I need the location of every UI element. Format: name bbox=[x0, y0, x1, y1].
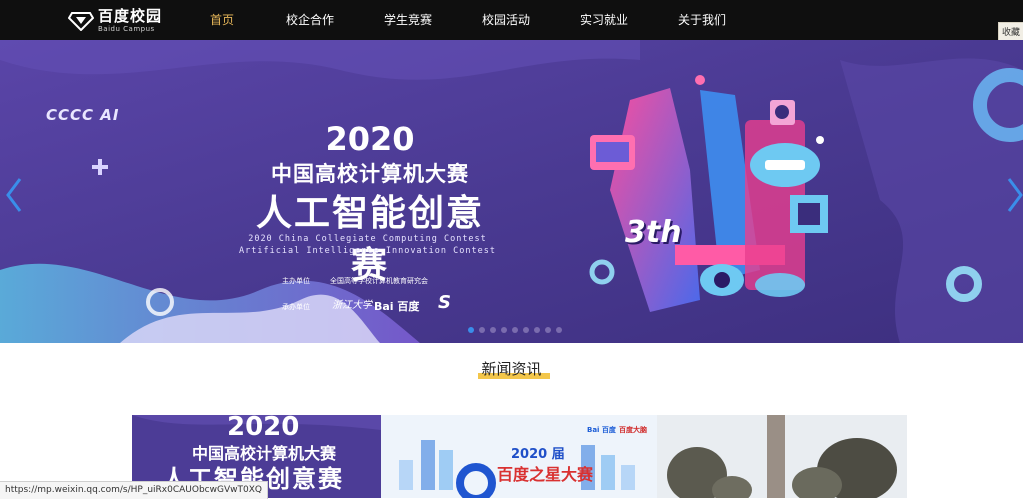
banner-english-line-2: Artificial Intelligence Innovation Conte… bbox=[239, 246, 496, 256]
logo-wordmark: 百度校园 Baidu Campus bbox=[98, 9, 162, 33]
nav-item-home[interactable]: 首页 bbox=[183, 0, 261, 40]
news-section-header: 新闻资讯 bbox=[0, 358, 1023, 379]
card2-name: 百度之星大赛 bbox=[497, 465, 594, 484]
zju-logo: 浙江大学 bbox=[332, 300, 372, 311]
carousel-dot[interactable] bbox=[523, 327, 529, 333]
carousel-dot[interactable] bbox=[501, 327, 507, 333]
carousel-dot[interactable] bbox=[545, 327, 551, 333]
host-value: 全国高等学校计算机教育研究会 bbox=[330, 277, 428, 285]
nav-item-student-contest[interactable]: 学生竞赛 bbox=[359, 0, 457, 40]
carousel-next-arrow-icon[interactable] bbox=[1005, 175, 1023, 215]
card2-brain-logo: 百度大脑 bbox=[619, 426, 647, 434]
news-card-3[interactable] bbox=[657, 415, 907, 498]
browser-status-url: https://mp.weixin.qq.com/s/HP_uiRx0CAUOb… bbox=[0, 481, 268, 499]
carousel-prev-arrow-icon[interactable] bbox=[4, 175, 24, 215]
banner-artwork bbox=[0, 40, 1023, 343]
carousel-dot[interactable] bbox=[534, 327, 540, 333]
carousel-dot[interactable] bbox=[556, 327, 562, 333]
top-navigation-bar: 百度校园 Baidu Campus 首页 校企合作 学生竞赛 校园活动 实习就业… bbox=[0, 0, 1023, 42]
news-card-2[interactable]: Bai 百度 百度大脑 2020 届 百度之星大赛 bbox=[381, 415, 657, 498]
card1-year: 2020 bbox=[227, 415, 300, 442]
carousel-dot[interactable] bbox=[512, 327, 518, 333]
banner-year: 2020 bbox=[325, 120, 415, 158]
carousel-dot[interactable] bbox=[479, 327, 485, 333]
logo-cn-text: 百度校园 bbox=[98, 7, 163, 25]
card2-year: 2020 届 bbox=[511, 447, 565, 462]
bookmark-label: 收藏 bbox=[1002, 28, 1021, 38]
nav-item-school-enterprise[interactable]: 校企合作 bbox=[261, 0, 359, 40]
card2-baidu-logo: Bai 百度 bbox=[587, 426, 616, 434]
nav-item-internship[interactable]: 实习就业 bbox=[555, 0, 653, 40]
carousel-dots bbox=[468, 327, 567, 333]
host-label: 主办单位 bbox=[282, 277, 310, 285]
hero-banner-carousel[interactable]: CCCC AI 2020 中国高校计算机大赛 人工智能创意赛 2020 Chin… bbox=[0, 40, 1023, 343]
news-card-3-photo bbox=[657, 415, 907, 498]
news-section-title: 新闻资讯 bbox=[481, 360, 542, 378]
baidu-campus-logo[interactable]: 百度校园 Baidu Campus bbox=[68, 8, 162, 34]
baidu-logo: Bai 百度 bbox=[374, 300, 420, 313]
nav-item-campus-activity[interactable]: 校园活动 bbox=[457, 0, 555, 40]
diamond-logo-icon bbox=[68, 12, 94, 31]
logo-en-text: Baidu Campus bbox=[98, 25, 155, 33]
carousel-dot[interactable] bbox=[490, 327, 496, 333]
cccc-ai-logo: CCCC AI bbox=[46, 106, 120, 124]
edition-label: 3th bbox=[625, 215, 682, 250]
bookmark-button[interactable]: 收藏 bbox=[998, 22, 1023, 42]
organizer-label: 承办单位 bbox=[282, 303, 310, 311]
main-nav: 首页 校企合作 学生竞赛 校园活动 实习就业 关于我们 bbox=[183, 0, 751, 40]
banner-english-line-1: 2020 China Collegiate Computing Contest bbox=[248, 234, 487, 244]
sponsor-s-logo: S bbox=[438, 292, 451, 313]
carousel-dot[interactable] bbox=[468, 327, 474, 333]
nav-item-about-us[interactable]: 关于我们 bbox=[653, 0, 751, 40]
